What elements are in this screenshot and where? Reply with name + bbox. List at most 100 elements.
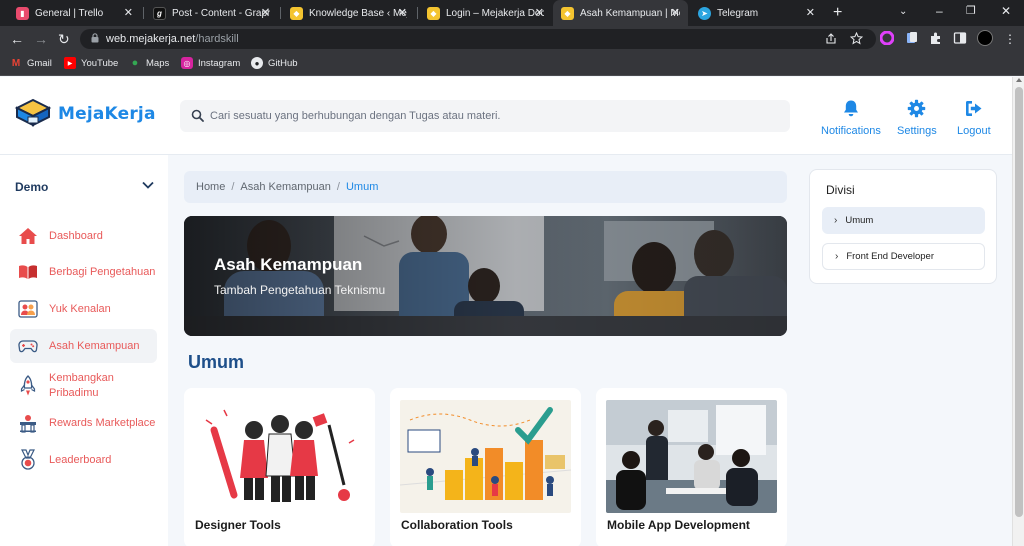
browser-tab-bar: ▮ General | Trello ✕ g Post - Content - … bbox=[0, 0, 1024, 26]
sidebar: Demo Dashboard Berbagi Pengetahuan Yuk K… bbox=[0, 155, 168, 546]
divisi-panel: Divisi › Umum › Front End Developer bbox=[809, 169, 997, 284]
browser-menu-icon[interactable]: ⋮ bbox=[1004, 31, 1016, 47]
book-icon bbox=[18, 262, 38, 282]
gear-icon bbox=[908, 99, 926, 118]
sidebar-item-berbagi-pengetahuan[interactable]: Berbagi Pengetahuan bbox=[10, 261, 157, 283]
course-thumbnail bbox=[194, 400, 365, 513]
breadcrumb-asah-kemampuan[interactable]: Asah Kemampuan bbox=[240, 181, 331, 193]
lock-icon bbox=[91, 33, 99, 43]
scroll-up-icon[interactable] bbox=[1016, 78, 1022, 82]
settings-button[interactable]: Settings bbox=[897, 99, 937, 137]
sidebar-item-asah-kemampuan[interactable]: Asah Kemampuan bbox=[10, 329, 157, 363]
close-tab-icon[interactable]: ✕ bbox=[671, 7, 680, 19]
browser-tab[interactable]: ▮ General | Trello ✕ bbox=[8, 0, 141, 26]
bookmark-instagram[interactable]: ◎ Instagram bbox=[181, 57, 240, 69]
close-tab-icon[interactable]: ✕ bbox=[261, 7, 270, 19]
course-card[interactable]: Designer Tools bbox=[184, 388, 375, 546]
divisi-item-umum[interactable]: › Umum bbox=[822, 207, 985, 234]
extension-document-icon[interactable] bbox=[905, 31, 919, 45]
bookmarks-bar: M Gmail ▶ YouTube ● Maps ◎ Instagram ● G… bbox=[0, 52, 1024, 76]
workspace-name: Demo bbox=[15, 180, 49, 194]
sidebar-item-leaderboard[interactable]: Leaderboard bbox=[10, 449, 157, 471]
course-thumbnail bbox=[606, 400, 777, 513]
chevron-down-icon[interactable] bbox=[142, 181, 154, 189]
profile-avatar[interactable] bbox=[977, 30, 993, 46]
maps-icon: ● bbox=[131, 57, 139, 69]
telegram-icon: ➤ bbox=[698, 6, 711, 20]
chevron-right-icon: › bbox=[834, 215, 838, 226]
close-tab-icon[interactable]: ✕ bbox=[806, 7, 815, 19]
hero-subtitle: Tambah Pengetahuan Teknismu bbox=[214, 283, 386, 297]
desk-logo-icon bbox=[14, 98, 52, 127]
sidebar-item-dashboard[interactable]: Dashboard bbox=[10, 225, 157, 247]
bookmark-star-icon[interactable] bbox=[850, 32, 863, 45]
gamepad-icon bbox=[18, 336, 38, 356]
gmail-icon: M bbox=[11, 57, 21, 69]
reload-icon[interactable]: ↻ bbox=[58, 31, 70, 47]
mejakerja-icon: ◆ bbox=[290, 6, 303, 20]
close-tab-icon[interactable]: ✕ bbox=[398, 7, 407, 19]
tab-search-icon[interactable]: ⌄ bbox=[899, 6, 907, 17]
notifications-button[interactable]: Notifications bbox=[821, 99, 881, 137]
side-panel-icon[interactable] bbox=[953, 31, 967, 45]
trello-icon: ▮ bbox=[16, 6, 29, 20]
browser-tab[interactable]: ➤ Telegram ✕ bbox=[690, 0, 823, 26]
course-title: Mobile App Development bbox=[607, 518, 750, 532]
scrollbar-thumb[interactable] bbox=[1015, 87, 1023, 517]
github-icon: ● bbox=[251, 57, 263, 69]
rocket-icon bbox=[18, 375, 38, 396]
course-thumbnail bbox=[400, 400, 571, 513]
home-icon bbox=[18, 226, 38, 246]
course-title: Designer Tools bbox=[195, 518, 281, 532]
browser-tab[interactable]: g Post - Content - Graph ✕ bbox=[145, 0, 278, 26]
search-icon bbox=[191, 109, 204, 122]
breadcrumb-current: Umum bbox=[345, 181, 379, 193]
extension-colorful-icon[interactable] bbox=[880, 31, 894, 45]
new-tab-icon[interactable]: + bbox=[833, 4, 842, 22]
sidebar-item-rewards-marketplace[interactable]: Rewards Marketplace bbox=[10, 412, 157, 434]
minimize-icon[interactable]: – bbox=[936, 4, 943, 18]
sidebar-item-kembangkan-pribadimu[interactable]: Kembangkan Pribadimu bbox=[10, 369, 157, 403]
restore-icon[interactable]: ❐ bbox=[966, 4, 976, 17]
app-header: MejaKerja Notifications bbox=[0, 77, 1012, 155]
logout-button[interactable]: Logout bbox=[957, 99, 991, 137]
forward-icon[interactable]: → bbox=[34, 31, 48, 47]
divisi-title: Divisi bbox=[826, 183, 855, 197]
course-card[interactable]: Mobile App Development bbox=[596, 388, 787, 546]
search-input[interactable] bbox=[210, 106, 770, 126]
browser-toolbar: ← → ↻ web.mejakerja.net/hardskill ⋮ bbox=[0, 26, 1024, 52]
course-card[interactable]: Collaboration Tools bbox=[390, 388, 581, 546]
back-icon[interactable]: ← bbox=[10, 31, 24, 47]
page-scrollbar[interactable] bbox=[1012, 77, 1024, 546]
address-bar[interactable]: web.mejakerja.net/hardskill bbox=[80, 29, 876, 49]
chevron-right-icon: › bbox=[835, 251, 839, 262]
breadcrumb: Home / Asah Kemampuan / Umum bbox=[184, 171, 787, 203]
search-bar[interactable] bbox=[180, 100, 790, 132]
breadcrumb-home[interactable]: Home bbox=[196, 181, 225, 193]
bell-icon bbox=[843, 100, 858, 117]
browser-tab[interactable]: ◆ Login – Mejakerja Docs ✕ bbox=[419, 0, 552, 26]
url-text: web.mejakerja.net/hardskill bbox=[106, 33, 239, 45]
bookmark-youtube[interactable]: ▶ YouTube bbox=[64, 57, 118, 69]
rewards-icon bbox=[18, 413, 38, 433]
youtube-icon: ▶ bbox=[64, 57, 76, 69]
close-tab-icon[interactable]: ✕ bbox=[535, 7, 544, 19]
browser-tab-active[interactable]: ◆ Asah Kemampuan | Me ✕ bbox=[553, 0, 688, 26]
bookmark-maps[interactable]: ● Maps bbox=[129, 57, 170, 69]
close-tab-icon[interactable]: ✕ bbox=[124, 7, 133, 19]
bookmark-gmail[interactable]: M Gmail bbox=[10, 57, 52, 69]
divisi-item-front-end-developer[interactable]: › Front End Developer bbox=[822, 243, 985, 270]
bookmark-github[interactable]: ● GitHub bbox=[251, 57, 298, 69]
window-close-icon[interactable]: ✕ bbox=[1001, 4, 1011, 18]
course-title: Collaboration Tools bbox=[401, 518, 513, 532]
share-icon[interactable] bbox=[825, 33, 837, 45]
extensions-puzzle-icon[interactable] bbox=[929, 31, 943, 45]
instagram-icon: ◎ bbox=[181, 57, 193, 69]
medal-icon bbox=[18, 449, 38, 470]
sidebar-item-yuk-kenalan[interactable]: Yuk Kenalan bbox=[10, 298, 157, 320]
hero-photo bbox=[184, 216, 787, 336]
browser-tab[interactable]: ◆ Knowledge Base ‹ Meja ✕ bbox=[282, 0, 415, 26]
mejakerja-icon: ◆ bbox=[427, 6, 440, 20]
brand-logo[interactable]: MejaKerja bbox=[14, 97, 156, 131]
hero-title: Asah Kemampuan bbox=[214, 255, 363, 274]
